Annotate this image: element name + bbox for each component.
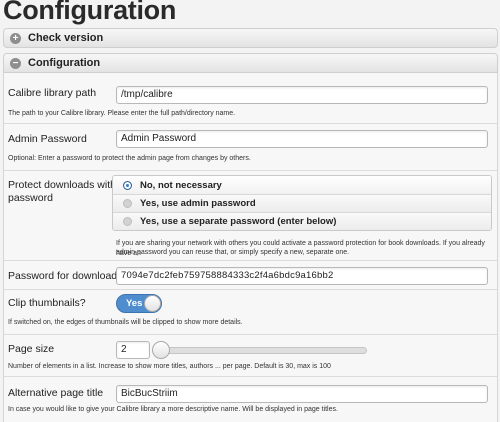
radio-option-label: Yes, use a separate password (enter belo…	[140, 216, 337, 227]
radio-option-label: No, not necessary	[140, 179, 222, 191]
radio-option-admin-password[interactable]: Yes, use admin password	[113, 194, 491, 212]
toggle-label: Yes	[126, 298, 143, 309]
clip-thumbnails-hint: If switched on, the edges of thumbnails …	[8, 319, 243, 326]
library-path-label: Calibre library path	[8, 87, 97, 99]
page-title-input[interactable]: BicBucStriim	[116, 385, 488, 403]
admin-password-hint: Optional: Enter a password to protect th…	[8, 155, 251, 162]
page-size-label: Page size	[8, 343, 55, 355]
admin-password-input[interactable]: Admin Password	[116, 130, 488, 148]
divider	[4, 260, 497, 261]
page-title-label: Alternative page title	[8, 387, 104, 399]
page-size-input[interactable]: 2	[116, 341, 150, 359]
clip-thumbnails-label: Clip thumbnails?	[8, 297, 86, 309]
admin-password-label: Admin Password	[8, 133, 87, 145]
library-path-hint: The path to your Calibre library. Please…	[8, 110, 236, 117]
radio-option-no[interactable]: No, not necessary	[113, 176, 491, 194]
divider	[4, 289, 497, 290]
toggle-knob	[144, 295, 161, 312]
radio-unchecked-icon	[123, 217, 132, 226]
download-password-label: Password for downloads	[8, 270, 123, 282]
protect-downloads-radio-group: No, not necessary Yes, use admin passwor…	[112, 175, 492, 231]
radio-option-separate-password[interactable]: Yes, use a separate password (enter belo…	[113, 212, 491, 230]
check-version-header[interactable]: + Check version	[3, 28, 498, 48]
check-version-label: Check version	[28, 32, 104, 44]
divider	[4, 376, 497, 377]
protect-downloads-label-line1: Protect downloads with a	[8, 179, 125, 191]
protect-downloads-hint-line2: admin password you can reuse that, or si…	[116, 249, 350, 256]
radio-option-label: Yes, use admin password	[140, 198, 256, 209]
radio-unchecked-icon	[123, 199, 132, 208]
divider	[4, 170, 497, 171]
clip-thumbnails-toggle[interactable]: Yes	[116, 294, 162, 313]
configuration-header[interactable]: − Configuration	[3, 53, 498, 73]
minus-icon: −	[10, 57, 21, 69]
divider	[4, 334, 497, 335]
plus-icon: +	[10, 32, 21, 44]
radio-checked-icon	[123, 180, 132, 190]
page-title: Configuration	[3, 0, 177, 25]
download-password-input[interactable]: 7094e7dc2feb759758884333c2f4a6bdc9a16bb2	[116, 267, 488, 285]
page-size-hint: Number of elements in a list. Increase t…	[8, 363, 331, 370]
configuration-label: Configuration	[28, 57, 101, 69]
page-size-slider-thumb[interactable]	[152, 341, 170, 359]
divider	[4, 123, 497, 124]
protect-downloads-label-line2: password	[8, 192, 53, 204]
page-size-slider-track[interactable]	[156, 347, 367, 354]
page-title-hint: In case you would like to give your Cali…	[8, 406, 338, 413]
library-path-input[interactable]: /tmp/calibre	[116, 86, 488, 104]
